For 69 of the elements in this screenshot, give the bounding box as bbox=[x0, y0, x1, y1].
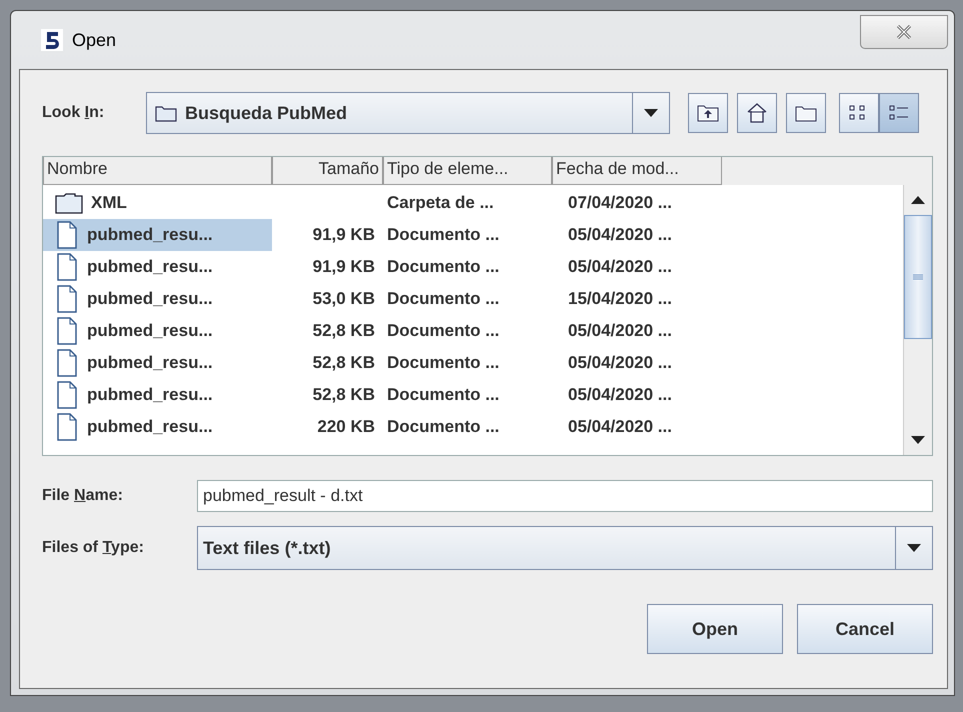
file-name-cell[interactable]: XML bbox=[43, 187, 272, 219]
file-name-cell[interactable]: pubmed_resu... bbox=[43, 411, 272, 443]
document-icon bbox=[55, 253, 79, 281]
look-in-label: Look In: bbox=[42, 104, 106, 122]
modified-date-cell-text: 07/04/2020 ... bbox=[567, 193, 673, 213]
home-button[interactable] bbox=[737, 93, 777, 133]
file-size-cell-text: 52,8 KB bbox=[312, 353, 376, 373]
file-type-cell-text: Documento ... bbox=[386, 385, 500, 405]
caret-icon bbox=[644, 109, 658, 117]
caret-icon bbox=[907, 544, 921, 552]
file-name-field[interactable]: pubmed_result - d.txt bbox=[197, 480, 933, 512]
folder-icon bbox=[155, 104, 177, 122]
file-name-cell[interactable]: pubmed_resu... bbox=[43, 315, 272, 347]
document-icon bbox=[55, 285, 79, 313]
file-type-cell-text: Documento ... bbox=[386, 257, 500, 277]
file-size-cell-text: 52,8 KB bbox=[312, 321, 376, 341]
file-name-cell[interactable]: pubmed_resu... bbox=[43, 219, 272, 251]
scroll-up-icon bbox=[911, 196, 925, 204]
file-type-cell-text: Documento ... bbox=[386, 321, 500, 341]
window-title: Open bbox=[72, 30, 116, 50]
folder-icon bbox=[55, 192, 83, 214]
modified-date-cell-text: 05/04/2020 ... bbox=[567, 385, 673, 405]
column-header[interactable]: Tamaño bbox=[272, 157, 383, 185]
look-in-dropdown[interactable]: Busqueda PubMed bbox=[146, 92, 670, 134]
app-logo-icon bbox=[41, 29, 63, 51]
file-size-cell-text: 53,0 KB bbox=[312, 289, 376, 309]
new-folder-button[interactable] bbox=[786, 93, 826, 133]
details-view-button[interactable] bbox=[879, 93, 919, 133]
column-header[interactable]: Fecha de mod... bbox=[552, 157, 722, 185]
file-type-cell-text: Documento ... bbox=[386, 289, 500, 309]
cancel-button[interactable]: Cancel bbox=[797, 604, 933, 654]
document-icon bbox=[55, 413, 79, 441]
close-button[interactable] bbox=[860, 15, 948, 49]
file-type-cell-text: Documento ... bbox=[386, 417, 500, 437]
file-type-cell-text: Documento ... bbox=[386, 225, 500, 245]
up-folder-button[interactable] bbox=[688, 93, 728, 133]
column-header[interactable]: Nombre bbox=[43, 157, 272, 185]
file-size-cell-text: 91,9 KB bbox=[312, 225, 376, 245]
close-icon bbox=[896, 25, 912, 39]
scrollbar-thumb[interactable] bbox=[904, 215, 932, 339]
document-icon bbox=[55, 349, 79, 377]
modified-date-cell-text: 15/04/2020 ... bbox=[567, 289, 673, 309]
file-size-cell-text: 220 KB bbox=[316, 417, 376, 437]
list-view-button[interactable] bbox=[839, 93, 879, 133]
file-name-cell[interactable]: pubmed_resu... bbox=[43, 347, 272, 379]
file-type-dropdown[interactable]: Text files (*.txt) bbox=[197, 526, 933, 570]
home-icon bbox=[746, 102, 768, 124]
document-icon bbox=[55, 381, 79, 409]
file-name-label: File Name: bbox=[42, 487, 124, 505]
file-size-cell-text: 91,9 KB bbox=[312, 257, 376, 277]
scroll-down-icon bbox=[911, 436, 925, 444]
file-type-label: Files of Type: bbox=[42, 539, 145, 557]
file-type-cell-text: Documento ... bbox=[386, 353, 500, 373]
document-icon bbox=[55, 317, 79, 345]
modified-date-cell-text: 05/04/2020 ... bbox=[567, 353, 673, 373]
modified-date-cell-text: 05/04/2020 ... bbox=[567, 257, 673, 277]
file-name-cell[interactable]: pubmed_resu... bbox=[43, 283, 272, 315]
folder-up-arrow-icon bbox=[697, 103, 719, 123]
modified-date-cell-text: 05/04/2020 ... bbox=[567, 417, 673, 437]
file-type-cell-text: Carpeta de ... bbox=[386, 193, 495, 213]
modified-date-cell-text: 05/04/2020 ... bbox=[567, 321, 673, 341]
modified-date-cell-text: 05/04/2020 ... bbox=[567, 225, 673, 245]
open-button[interactable]: Open bbox=[647, 604, 783, 654]
column-header[interactable]: Tipo de eleme... bbox=[383, 157, 552, 185]
file-size-cell-text: 52,8 KB bbox=[312, 385, 376, 405]
file-name-cell[interactable]: pubmed_resu... bbox=[43, 379, 272, 411]
file-name-cell[interactable]: pubmed_resu... bbox=[43, 251, 272, 283]
vertical-scrollbar[interactable] bbox=[903, 185, 932, 455]
document-icon bbox=[55, 221, 79, 249]
